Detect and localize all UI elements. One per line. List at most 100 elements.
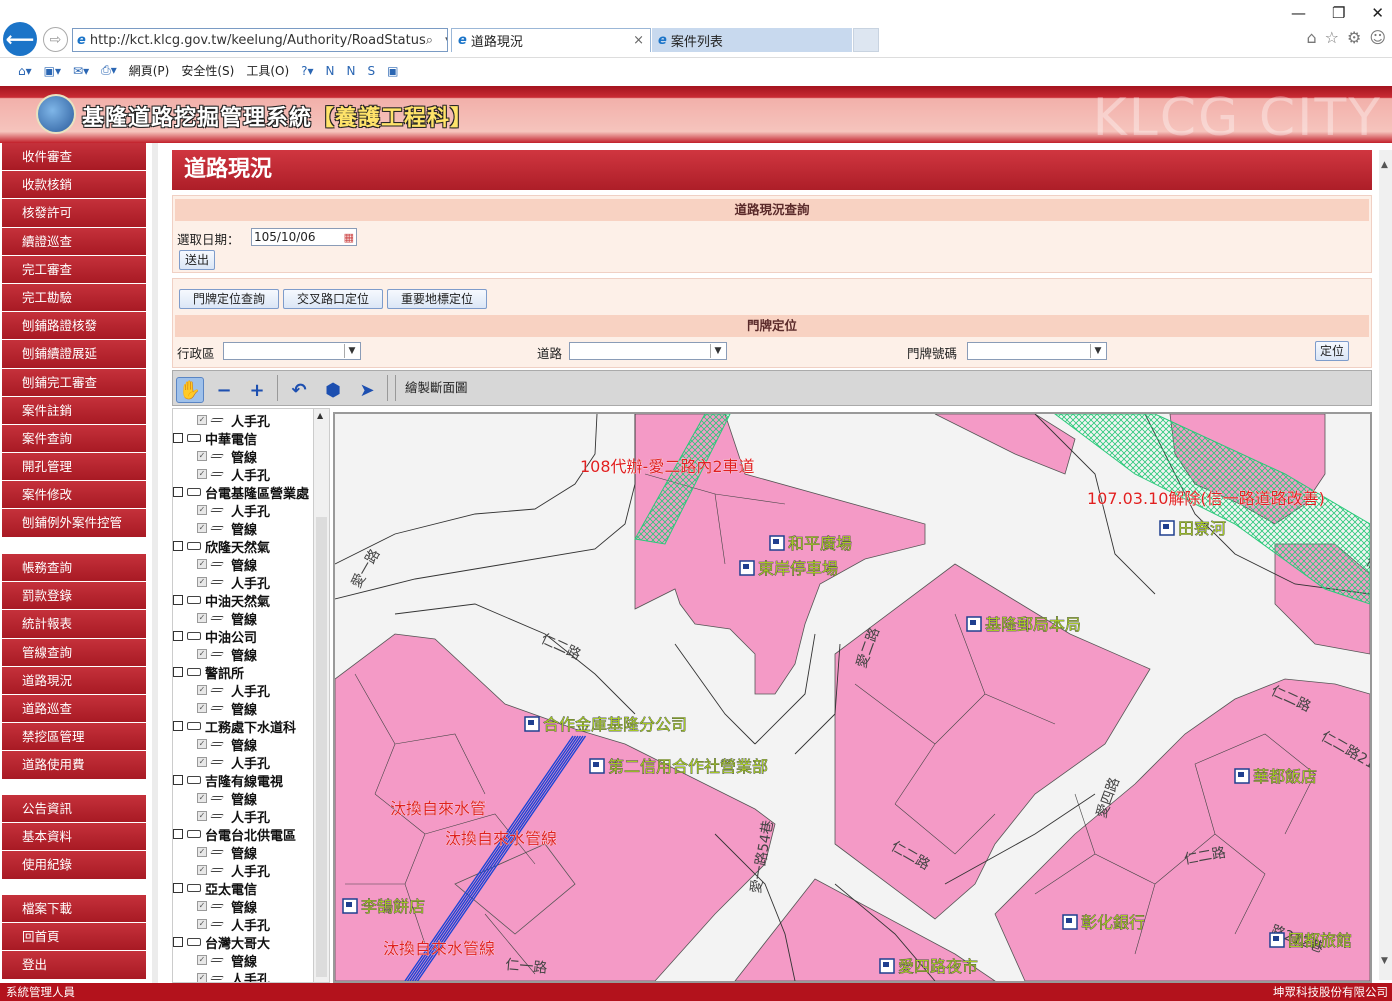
sidebar-item[interactable]: 續證巡查 [2, 227, 146, 256]
sublayer-item[interactable]: ✓ 管線 [173, 951, 313, 969]
sidebar-item[interactable]: 管線查詢 [2, 638, 146, 667]
submit-button[interactable]: 送出 [179, 250, 215, 270]
help-icon[interactable]: ?▾ [301, 64, 313, 78]
calendar-icon[interactable]: ▦ [344, 230, 354, 246]
mail-icon[interactable]: ✉▾ [73, 64, 89, 78]
checkbox-icon[interactable]: ✓ [197, 847, 207, 857]
scroll-up-icon[interactable]: ▲ [317, 411, 323, 420]
checkbox-icon[interactable] [173, 937, 183, 947]
sublayer-item[interactable]: ✓ 人手孔 [173, 861, 313, 879]
sidebar-item[interactable]: 道路現況 [2, 666, 146, 695]
date-input[interactable]: 105/10/06 ▦ [251, 228, 357, 246]
sidebar-item[interactable]: 完工審查 [2, 255, 146, 284]
sublayer-item[interactable]: ✓ 管線 [173, 699, 313, 717]
tab-road-status[interactable]: e 道路現況 × [451, 28, 651, 52]
sublayer-item[interactable]: ✓ 管線 [173, 447, 313, 465]
undo-arrow-icon[interactable]: ↶ [285, 377, 313, 403]
road-select[interactable]: ▼ [569, 342, 727, 360]
layer-scrollbar[interactable]: ▲ [313, 409, 329, 982]
sublayer-item[interactable]: ✓ 人手孔 [173, 807, 313, 825]
sidebar-item[interactable]: 統計報表 [2, 610, 146, 639]
sidebar-item[interactable]: 帳務查詢 [2, 554, 146, 583]
checkbox-icon[interactable]: ✓ [197, 505, 207, 515]
sidebar-item[interactable]: 刨鋪路證核發 [2, 312, 146, 341]
sublayer-item[interactable]: ✓ 人手孔 [173, 915, 313, 933]
sidebar-item[interactable]: 道路使用費 [2, 751, 146, 780]
sidebar-item[interactable]: 回首頁 [2, 923, 146, 952]
checkbox-icon[interactable]: ✓ [197, 559, 207, 569]
back-arrow-icon[interactable]: ⟵ [3, 22, 37, 56]
checkbox-icon[interactable] [173, 721, 183, 731]
print-icon[interactable]: ⎙▾ [101, 63, 117, 78]
checkbox-icon[interactable] [173, 487, 183, 497]
map-view[interactable]: 愛一路仁二路愛二路仁二路愛四路仁二路仁二路仁二路212巷愛一路54巷信一路路21… [333, 412, 1372, 983]
sidebar-item[interactable]: 收件審查 [2, 143, 146, 172]
layer-group-item[interactable]: 中油公司 [173, 627, 313, 645]
checkbox-icon[interactable]: ✓ [197, 649, 207, 659]
checkbox-icon[interactable]: ✓ [197, 919, 207, 929]
sidebar-item[interactable]: 收款核銷 [2, 171, 146, 200]
sublayer-item[interactable]: ✓ 人手孔 [173, 969, 313, 982]
new-tab-button[interactable] [853, 28, 879, 52]
checkbox-icon[interactable] [173, 631, 183, 641]
forward-arrow-icon[interactable]: ⇨ [43, 27, 68, 52]
checkbox-icon[interactable]: ✓ [197, 703, 207, 713]
checkbox-icon[interactable] [173, 829, 183, 839]
layer-group-item[interactable]: 台電台北供電區 [173, 825, 313, 843]
layer-group-item[interactable]: 吉隆有線電視 [173, 771, 313, 789]
smiley-icon[interactable]: ☺ [1369, 28, 1386, 47]
select-pointer-icon[interactable]: ➤ [353, 377, 381, 403]
zoom-out-icon[interactable]: − [210, 377, 238, 403]
layer-group-item[interactable]: 欣隆天然氣 [173, 537, 313, 555]
rss-icon[interactable]: ▣▾ [44, 64, 61, 78]
home-icon[interactable]: ⌂▾ [18, 64, 32, 78]
tab-case-list[interactable]: e 案件列表 [652, 28, 852, 52]
checkbox-icon[interactable] [173, 883, 183, 893]
number-select[interactable]: ▼ [967, 342, 1107, 360]
restore-icon[interactable]: ❐ [1332, 4, 1345, 22]
map-canvas[interactable]: 愛一路仁二路愛二路仁二路愛四路仁二路仁二路仁二路212巷愛一路54巷信一路路21… [335, 414, 1370, 981]
sublayer-item[interactable]: ✓ 管線 [173, 735, 313, 753]
sidebar-item[interactable]: 刨鋪例外案件控管 [2, 509, 146, 538]
intersection-locate-button[interactable]: 交叉路口定位 [283, 289, 383, 309]
checkbox-icon[interactable]: ✓ [197, 865, 207, 875]
sidebar-item[interactable]: 罰款登錄 [2, 582, 146, 611]
checkbox-icon[interactable]: ✓ [197, 973, 207, 982]
checkbox-icon[interactable]: ✓ [197, 811, 207, 821]
checkbox-icon[interactable]: ✓ [197, 451, 207, 461]
checkbox-icon[interactable]: ✓ [197, 469, 207, 479]
gear-icon[interactable]: ⚙ [1347, 28, 1361, 47]
menu-safety[interactable]: 安全性(S) [181, 62, 234, 79]
sidebar-item[interactable]: 案件查詢 [2, 424, 146, 454]
page-scrollbar[interactable]: ▲ ▼ [1379, 150, 1392, 980]
sublayer-item[interactable]: ✓ 管線 [173, 555, 313, 573]
minimize-icon[interactable]: — [1291, 4, 1306, 22]
full-extent-cube-icon[interactable]: ⬢ [319, 377, 347, 403]
sidebar-item[interactable]: 道路巡查 [2, 694, 146, 724]
sidebar-item[interactable]: 禁挖區管理 [2, 723, 146, 752]
close-icon[interactable]: × [633, 33, 644, 48]
sidebar-item[interactable]: 刨鋪續證展延 [2, 340, 146, 369]
zoom-in-icon[interactable]: + [243, 377, 271, 403]
layer-group-item[interactable]: 台灣大哥大 [173, 933, 313, 951]
address-locate-button[interactable]: 門牌定位查詢 [179, 289, 279, 309]
scroll-down-icon[interactable]: ▼ [1381, 956, 1388, 966]
checkbox-icon[interactable]: ✓ [197, 415, 207, 425]
home-icon[interactable]: ⌂ [1306, 28, 1316, 47]
sublayer-item[interactable]: ✓ 管線 [173, 843, 313, 861]
sidebar-item[interactable]: 公告資訊 [2, 795, 146, 824]
sidebar-item[interactable]: 完工勘驗 [2, 283, 146, 313]
sidebar-item[interactable]: 核發許可 [2, 199, 146, 228]
layer-group-item[interactable]: 亞太電信 [173, 879, 313, 897]
checkbox-icon[interactable] [173, 775, 183, 785]
checkbox-icon[interactable] [173, 433, 183, 443]
sidebar-item[interactable]: 案件修改 [2, 481, 146, 510]
sidebar-item[interactable]: 案件註銷 [2, 396, 146, 425]
menu-tools[interactable]: 工具(O) [246, 62, 289, 79]
checkbox-icon[interactable] [173, 595, 183, 605]
close-window-icon[interactable]: ✕ [1371, 4, 1384, 22]
sidebar-item[interactable]: 開孔管理 [2, 453, 146, 482]
address-controls[interactable]: ⌕ ▾ ↻ [426, 33, 447, 48]
sublayer-item[interactable]: ✓ 人手孔 [173, 573, 313, 591]
sublayer-item[interactable]: ✓ 人手孔 [173, 753, 313, 771]
